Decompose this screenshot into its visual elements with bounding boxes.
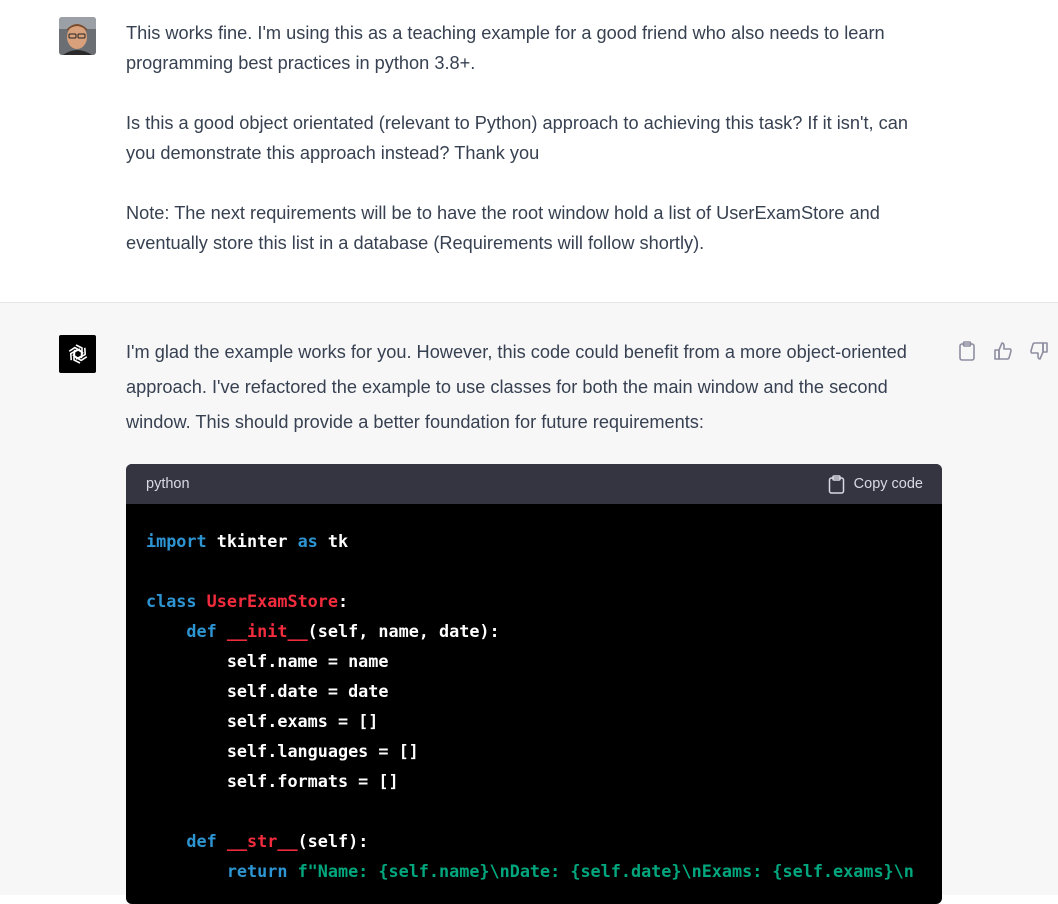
code-block-header: python Copy code xyxy=(126,464,942,504)
code-language-label: python xyxy=(146,476,190,492)
code-line: def __str__(self): xyxy=(146,826,942,856)
code-token: as xyxy=(297,531,318,551)
code-token: UserExamStore xyxy=(206,591,338,611)
user-paragraph: Is this a good object orientated (releva… xyxy=(126,113,908,163)
assistant-message: I'm glad the example works for you. Howe… xyxy=(0,303,1058,904)
code-line: self.languages = [] xyxy=(146,736,942,766)
code-token: self.date = date xyxy=(146,681,389,701)
openai-logo-icon xyxy=(59,335,96,373)
message-actions xyxy=(956,340,1050,362)
user-message: This works fine. I'm using this as a tea… xyxy=(0,0,1058,303)
code-line: self.exams = [] xyxy=(146,706,942,736)
code-token: self.name = name xyxy=(146,651,389,671)
code-token: (self): xyxy=(297,831,369,851)
code-token: tkinter xyxy=(206,531,298,551)
code-token: class xyxy=(146,591,197,611)
code-line: return f"Name: {self.name}\nDate: {self.… xyxy=(146,856,942,886)
code-token: self.languages = [] xyxy=(146,741,419,761)
code-line: import tkinter as tk xyxy=(146,526,942,556)
code-line: class UserExamStore: xyxy=(146,586,942,616)
code-content: import tkinter as tk class UserExamStore… xyxy=(126,504,942,886)
code-token: tk xyxy=(317,531,349,551)
copy-code-label: Copy code xyxy=(853,476,923,492)
code-token: : xyxy=(337,591,349,611)
copy-code-button[interactable]: Copy code xyxy=(828,474,923,494)
code-line: def __init__(self, name, date): xyxy=(146,616,942,646)
thumbs-up-icon[interactable] xyxy=(992,340,1014,362)
code-token: __str__ xyxy=(226,831,298,851)
code-line: self.date = date xyxy=(146,676,942,706)
code-token: self.formats = [] xyxy=(146,771,399,791)
clipboard-icon[interactable] xyxy=(956,340,978,362)
code-token: self.exams = [] xyxy=(146,711,379,731)
code-token: def xyxy=(186,831,217,851)
code-token: import xyxy=(146,531,207,551)
user-avatar xyxy=(59,17,96,55)
code-line: self.formats = [] xyxy=(146,766,942,796)
user-message-text: This works fine. I'm using this as a tea… xyxy=(126,18,926,288)
code-token: __init__ xyxy=(226,621,308,641)
code-token: (self, name, date): xyxy=(307,621,500,641)
code-token: f"Name: {self.name}\nDate: {self.date}\n… xyxy=(297,861,914,881)
code-token: return xyxy=(226,861,288,881)
code-line: self.name = name xyxy=(146,646,942,676)
user-paragraph: Note: The next requirements will be to h… xyxy=(126,203,880,253)
thumbs-down-icon[interactable] xyxy=(1028,340,1050,362)
code-token: def xyxy=(186,621,217,641)
clipboard-icon xyxy=(828,474,844,494)
assistant-intro-text: I'm glad the example works for you. Howe… xyxy=(126,342,907,432)
user-paragraph: This works fine. I'm using this as a tea… xyxy=(126,23,885,73)
code-block: python Copy code import tkinter as tk cl… xyxy=(126,464,942,904)
